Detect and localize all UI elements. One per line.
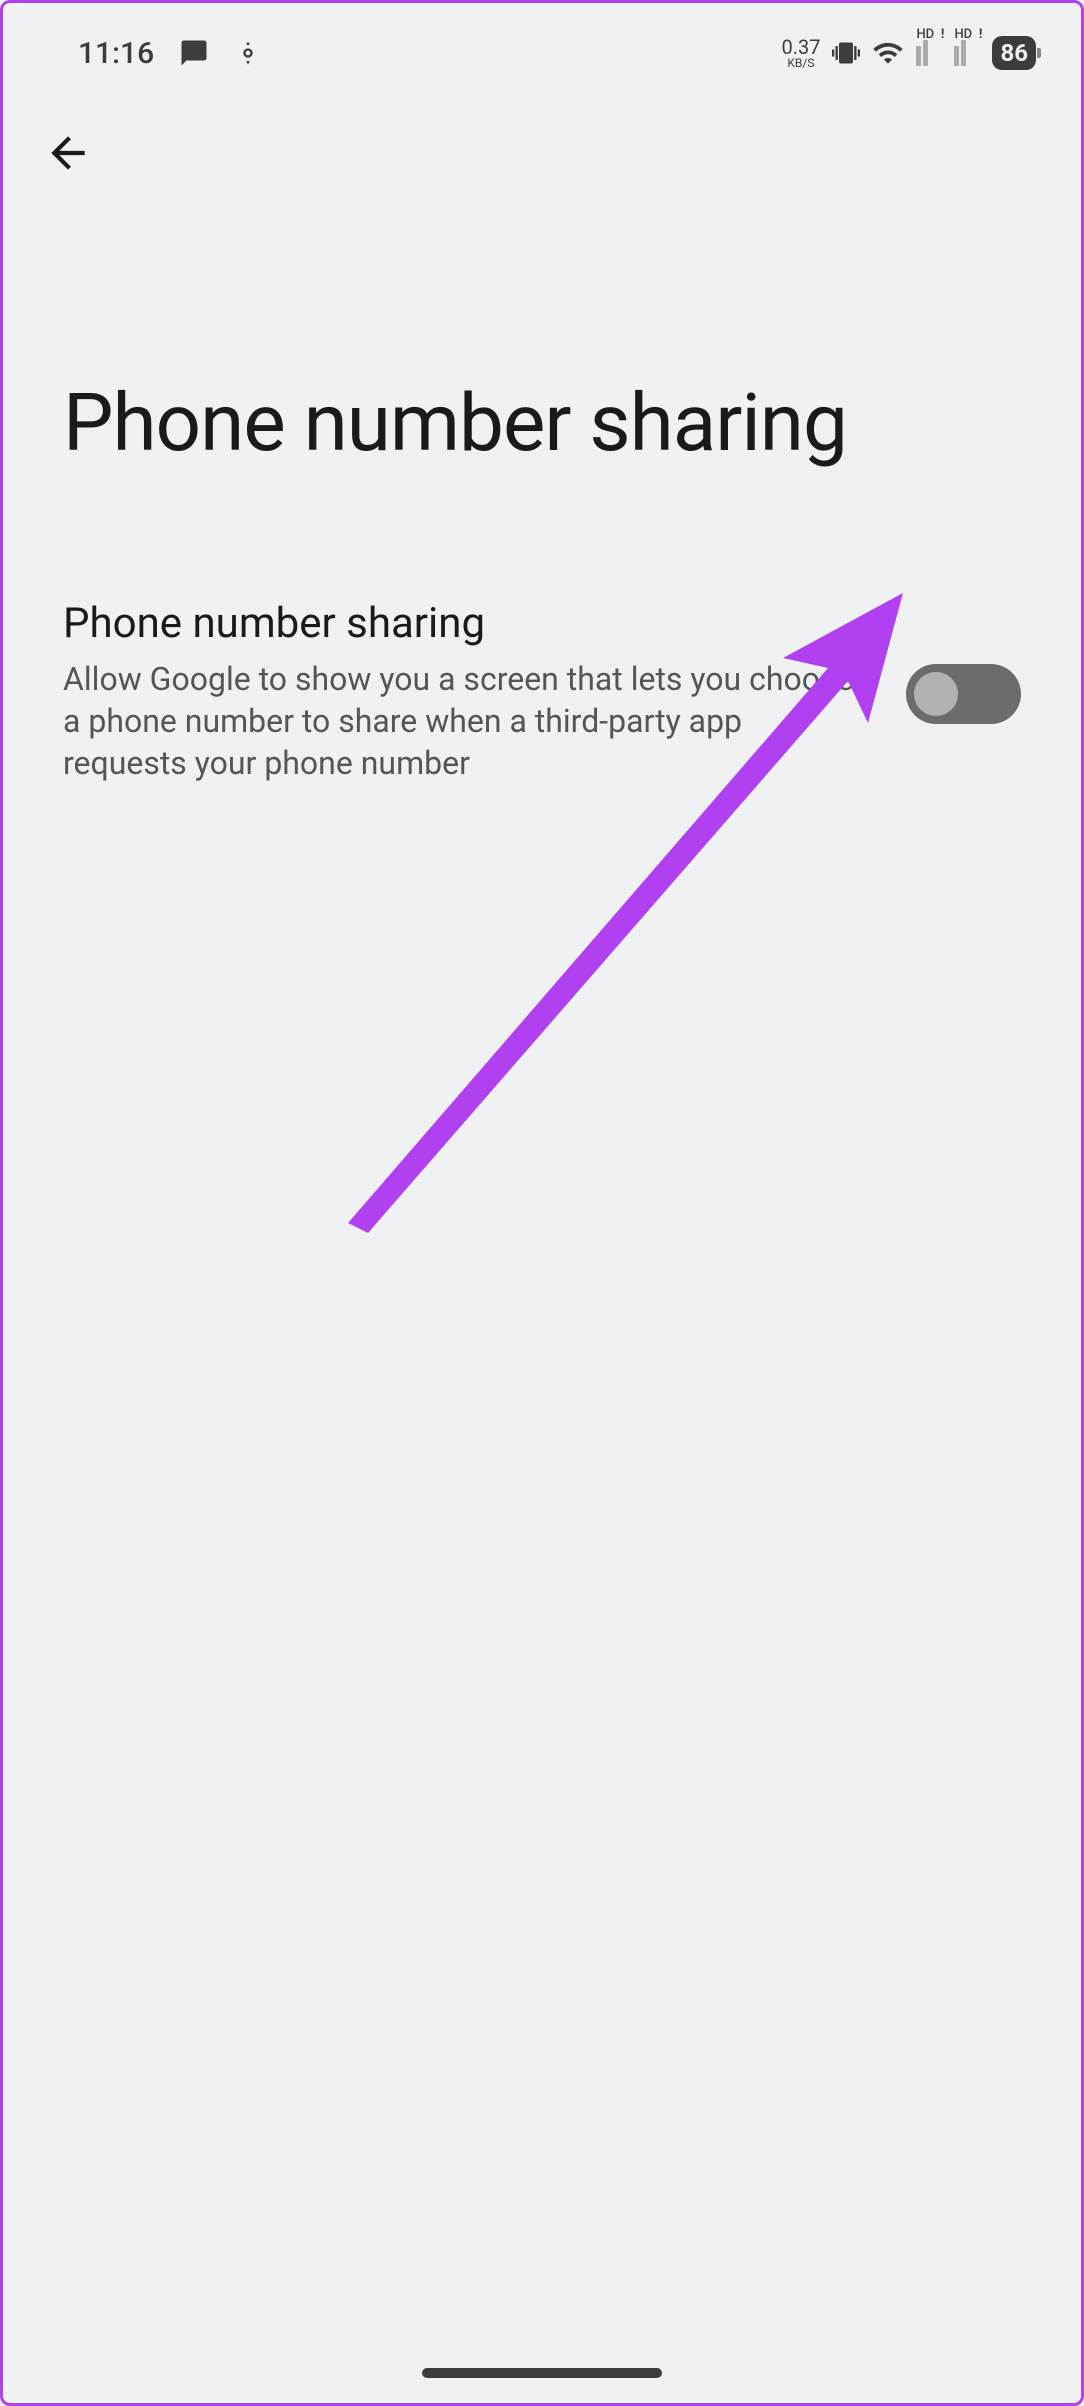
status-bar-right: 0.37 KB/S HD ! HD ! 86: [781, 36, 1036, 70]
navigation-bar[interactable]: [422, 2368, 662, 2378]
battery-icon: 86: [992, 36, 1036, 70]
signal-2-icon: HD !: [954, 41, 980, 66]
status-bar: 11:16 0.37 KB/S HD ! HD ! 86: [3, 3, 1081, 83]
toggle-phone-sharing[interactable]: [906, 664, 1021, 724]
setting-title: Phone number sharing: [63, 599, 876, 648]
back-arrow-icon[interactable]: [43, 128, 93, 178]
setting-item-phone-sharing[interactable]: Phone number sharing Allow Google to sho…: [3, 469, 1081, 785]
location-icon: [234, 39, 262, 67]
status-bar-left: 11:16: [78, 36, 262, 71]
back-button-container: [3, 83, 1081, 182]
signal-1-icon: HD !: [916, 41, 942, 66]
wifi-icon: [872, 37, 904, 69]
network-speed: 0.37 KB/S: [781, 37, 820, 69]
messages-icon: [179, 38, 209, 68]
vibrate-icon: [832, 39, 860, 67]
setting-description: Allow Google to show you a screen that l…: [63, 658, 876, 785]
page-title: Phone number sharing: [3, 182, 1081, 469]
toggle-thumb: [914, 672, 958, 716]
status-time: 11:16: [78, 36, 154, 71]
setting-text: Phone number sharing Allow Google to sho…: [63, 599, 876, 785]
